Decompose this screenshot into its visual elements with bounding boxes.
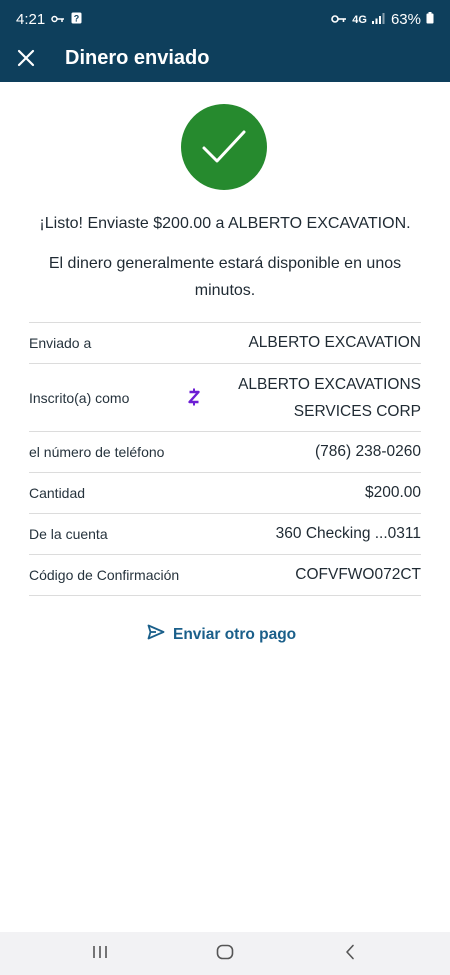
detail-value-line2: SERVICES CORP	[293, 402, 421, 420]
send-another-payment-link[interactable]: Enviar otro pago	[147, 624, 296, 645]
network-type: 4G	[352, 13, 367, 26]
svg-text:?: ?	[74, 14, 80, 24]
detail-value: $200.00	[364, 484, 421, 501]
detail-value: 360 Checking ...0311	[275, 525, 421, 542]
detail-value: ALBERTO EXCAVATIONS SERVICES CORP	[238, 371, 421, 425]
confirmation-message: ¡Listo! Enviaste $200.00 a ALBERTO EXCAV…	[39, 215, 411, 232]
home-button[interactable]	[213, 942, 237, 966]
detail-row-sent-to: Enviado a ALBERTO EXCAVATION	[29, 323, 421, 364]
detail-label: Inscrito(a) como	[29, 389, 130, 406]
detail-value: (786) 238-0260	[315, 443, 421, 460]
status-bar: 4:21 ? 4G 63%	[0, 0, 450, 38]
detail-label: De la cuenta	[29, 526, 108, 542]
zelle-icon	[187, 388, 201, 406]
detail-value: COFVFWO072CT	[295, 566, 421, 583]
battery-level: 63%	[390, 11, 421, 28]
system-nav-bar	[0, 932, 450, 975]
close-button[interactable]	[8, 42, 44, 78]
home-icon	[216, 944, 234, 965]
app-bar: Dinero enviado	[0, 38, 450, 82]
notification-icon: ?	[71, 11, 82, 28]
detail-row-confirmation-code: Código de Confirmación COFVFWO072CT	[29, 555, 421, 596]
detail-row-enrolled-as: Inscrito(a) como ALBERTO EXCAVATIONS SER…	[29, 364, 421, 432]
detail-label: Código de Confirmación	[29, 567, 180, 583]
status-right: 4G 63%	[331, 11, 434, 28]
page-title: Dinero enviado	[65, 47, 210, 69]
signal-icon	[371, 11, 386, 28]
recent-apps-button[interactable]	[88, 942, 112, 966]
availability-message: El dinero generalmente estará disponible…	[48, 255, 402, 299]
status-time: 4:21	[16, 11, 46, 28]
transfer-details: Enviado a ALBERTO EXCAVATION Inscrito(a)…	[29, 322, 421, 596]
detail-value: ALBERTO EXCAVATION	[248, 334, 421, 351]
send-another-label: Enviar otro pago	[173, 625, 297, 643]
back-icon	[344, 944, 356, 965]
detail-row-phone: el número de teléfono (786) 238-0260	[29, 432, 421, 473]
detail-label: el número de teléfono	[29, 444, 165, 460]
detail-label: Enviado a	[29, 335, 92, 351]
battery-icon	[426, 11, 434, 28]
recent-apps-icon	[92, 945, 108, 964]
close-icon	[17, 49, 35, 72]
success-check-icon	[181, 104, 267, 190]
status-left: 4:21 ?	[16, 11, 82, 28]
vpn-key-icon	[331, 11, 347, 28]
back-button[interactable]	[338, 942, 362, 966]
detail-value-line1: ALBERTO EXCAVATIONS	[238, 375, 421, 393]
send-icon	[147, 624, 165, 645]
key-icon	[51, 11, 65, 28]
detail-row-from-account: De la cuenta 360 Checking ...0311	[29, 514, 421, 555]
detail-label: Cantidad	[29, 485, 86, 501]
detail-row-amount: Cantidad $200.00	[29, 473, 421, 514]
